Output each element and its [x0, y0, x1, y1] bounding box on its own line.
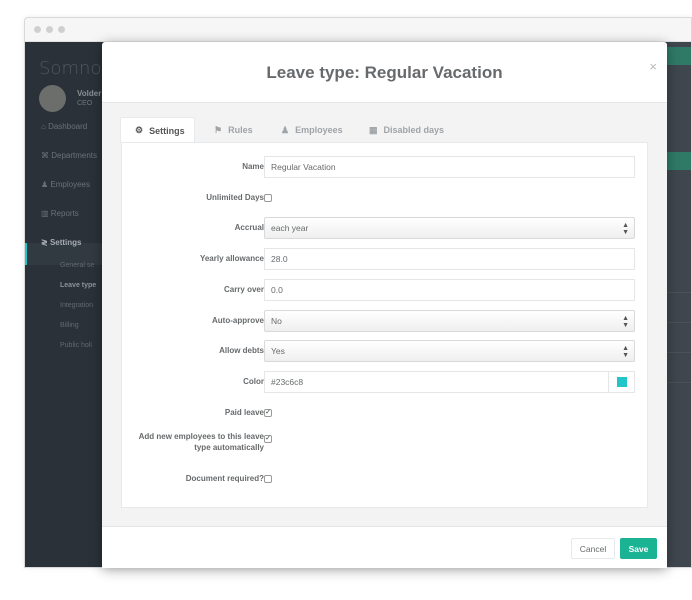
carry-over-input[interactable]: 0.0	[264, 279, 635, 301]
tab-disabled-days[interactable]: ▦ Disabled days	[355, 117, 458, 143]
tab-label: Rules	[228, 125, 253, 135]
yearly-allowance-input[interactable]: 28.0	[264, 248, 635, 270]
color-input[interactable]: #23c6c8	[264, 371, 635, 393]
sidebar-item-employees[interactable]: ♟ Employees	[41, 180, 90, 189]
cancel-button[interactable]: Cancel	[571, 538, 615, 559]
window-minimize-dot[interactable]	[46, 26, 53, 33]
sidebar-subitem-billing[interactable]: Billing	[60, 322, 79, 329]
form-row-paid-leave: Paid leave ✓	[122, 402, 647, 424]
user-name: Volder	[77, 89, 102, 98]
auto-add-employees-label: Add new employees to this leave type aut…	[138, 432, 264, 452]
flag-icon: ⚑	[214, 124, 223, 135]
sidebar-subitem-leave-types[interactable]: Leave type	[60, 282, 96, 289]
unlimited-days-checkbox[interactable]	[264, 194, 272, 202]
tab-employees[interactable]: ♟ Employees	[267, 117, 357, 143]
sidebar-subitem-general[interactable]: General se	[60, 262, 94, 269]
color-value: #23c6c8	[271, 377, 304, 387]
name-label: Name	[242, 162, 264, 171]
allow-debts-value: Yes	[271, 346, 285, 356]
brand-logo: Somno	[39, 58, 102, 79]
save-button[interactable]: Save	[620, 538, 657, 559]
auto-add-employees-checkbox[interactable]: ✓	[264, 435, 272, 443]
name-input[interactable]: Regular Vacation	[264, 156, 635, 178]
form-row-carry-over: Carry over 0.0	[122, 279, 647, 301]
allow-debts-label: Allow debts	[219, 346, 264, 355]
gear-icon: ⚙	[135, 125, 144, 135]
color-swatch	[616, 377, 627, 387]
document-required-label: Document required?	[185, 474, 264, 483]
form-row-color: Color #23c6c8	[122, 371, 647, 393]
select-arrows-icon: ▲ ▼	[622, 315, 629, 329]
auto-approve-label: Auto-approve	[212, 316, 264, 325]
accrual-value: each year	[271, 223, 309, 233]
select-arrows-icon: ▲ ▼	[622, 222, 629, 236]
paid-leave-label: Paid leave	[224, 408, 264, 417]
sidebar-item-departments[interactable]: ⌘ Departments	[41, 151, 97, 160]
background-add-button	[665, 47, 691, 65]
sidebar-item-dashboard[interactable]: ⌂ Dashboard	[41, 122, 87, 131]
form-row-allow-debts: Allow debts Yes ▲ ▼	[122, 340, 647, 362]
user-role: CEO	[77, 100, 93, 107]
accrual-label: Accrual	[234, 223, 264, 232]
tab-settings[interactable]: ⚙ Settings	[120, 117, 195, 143]
select-arrows-icon: ▲ ▼	[622, 345, 629, 359]
background-action-button	[665, 152, 691, 170]
auto-approve-value: No	[271, 316, 282, 326]
color-picker-button[interactable]	[608, 372, 634, 392]
form-row-document-required: Document required?	[122, 468, 647, 490]
tab-label: Employees	[295, 125, 343, 135]
sidebar-subitem-integrations[interactable]: Integration	[60, 302, 93, 309]
form-row-name: Name Regular Vacation	[122, 156, 647, 178]
sidebar-item-label: Reports	[50, 209, 79, 218]
browser-titlebar	[25, 18, 691, 42]
yearly-allowance-label: Yearly allowance	[199, 254, 264, 263]
sidebar-item-reports[interactable]: ▥ Reports	[41, 209, 79, 218]
sidebar-item-label: Departments	[51, 151, 98, 160]
carry-over-label: Carry over	[223, 285, 264, 294]
allow-debts-select[interactable]: Yes ▲ ▼	[264, 340, 635, 362]
avatar	[39, 85, 66, 112]
form-row-auto-add-employees: Add new employees to this leave type aut…	[122, 432, 647, 454]
window-close-dot[interactable]	[34, 26, 41, 33]
leave-type-modal: Leave type: Regular Vacation × ⚙ Setting…	[102, 42, 667, 568]
form-row-auto-approve: Auto-approve No ▲ ▼	[122, 310, 647, 332]
sidebar-item-label: Dashboard	[48, 122, 88, 131]
calendar-icon: ▦	[369, 124, 378, 135]
modal-body: ⚙ Settings ⚑ Rules ♟ Employees ▦ Disable…	[102, 103, 667, 526]
sidebar-item-label: Employees	[50, 180, 90, 189]
color-label: Color	[243, 377, 264, 386]
form-row-unlimited-days: Unlimited Days	[122, 187, 647, 209]
user-icon: ♟	[281, 124, 290, 135]
form-row-yearly-allowance: Yearly allowance 28.0	[122, 248, 647, 270]
sidebar-subitem-public-holidays[interactable]: Public holi	[60, 342, 92, 349]
tab-rules[interactable]: ⚑ Rules	[200, 117, 267, 143]
window-maximize-dot[interactable]	[58, 26, 65, 33]
unlimited-days-label: Unlimited Days	[206, 193, 264, 202]
auto-approve-select[interactable]: No ▲ ▼	[264, 310, 635, 332]
sidebar: Somno Volder CEO ⌂ Dashboard ⌘ Departmen…	[25, 42, 103, 567]
accrual-select[interactable]: each year ▲ ▼	[264, 217, 635, 239]
sidebar-item-settings[interactable]: ≷ Settings	[41, 238, 82, 247]
tab-label: Settings	[149, 125, 185, 136]
modal-header: Leave type: Regular Vacation ×	[102, 42, 667, 103]
settings-panel: Name Regular Vacation Unlimited Days Acc…	[121, 142, 648, 508]
modal-title: Leave type: Regular Vacation	[266, 63, 503, 82]
modal-footer: Cancel Save	[102, 526, 667, 568]
tab-label: Disabled days	[383, 125, 445, 135]
close-icon[interactable]: ×	[649, 59, 657, 74]
document-required-checkbox[interactable]	[264, 475, 272, 483]
sidebar-item-label: Settings	[49, 238, 82, 247]
form-row-accrual: Accrual each year ▲ ▼	[122, 217, 647, 239]
paid-leave-checkbox[interactable]: ✓	[264, 409, 272, 417]
